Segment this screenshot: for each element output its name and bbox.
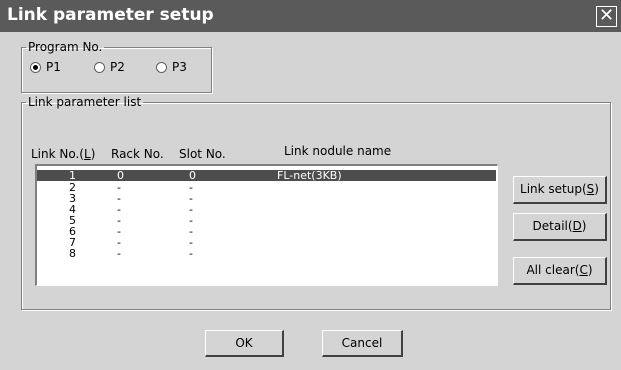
radio-empty-icon bbox=[156, 61, 167, 73]
link-setup-label: Link setup( bbox=[520, 182, 587, 196]
close-icon: ✕ bbox=[598, 5, 615, 26]
link-row-1[interactable]: 1 0 0 FL-net(3KB) bbox=[37, 170, 496, 181]
header-link-no-text: Link No.( bbox=[31, 147, 84, 161]
cell-slot-no: 0 bbox=[189, 169, 196, 182]
program-radio-p2[interactable]: P2 bbox=[94, 60, 125, 74]
cell-rack-no: - bbox=[117, 247, 121, 260]
header-slot-no: Slot No. bbox=[179, 147, 226, 161]
cell-rack-no: 0 bbox=[117, 169, 124, 182]
link-row-7[interactable]: 7 - - bbox=[37, 237, 496, 248]
header-link-no: Link No.(L) bbox=[31, 147, 95, 161]
all-clear-label: All clear( bbox=[526, 263, 580, 277]
program-radio-p1[interactable]: P1 bbox=[30, 60, 61, 74]
link-list[interactable]: 1 0 0 FL-net(3KB) 2 - - 3 - - 4 - - 5 - … bbox=[35, 164, 498, 286]
header-link-no-end: ) bbox=[90, 147, 96, 161]
cell-module-name: FL-net(3KB) bbox=[277, 169, 342, 182]
all-clear-button[interactable]: All clear(C) bbox=[513, 257, 607, 285]
link-parameter-list-legend: Link parameter list bbox=[28, 95, 142, 109]
link-row-3[interactable]: 3 - - bbox=[37, 193, 496, 204]
radio-label: P2 bbox=[110, 60, 125, 74]
radio-selected-icon bbox=[30, 61, 41, 73]
cancel-button[interactable]: Cancel bbox=[322, 330, 403, 357]
header-rack-no: Rack No. bbox=[111, 147, 164, 161]
link-row-6[interactable]: 6 - - bbox=[37, 226, 496, 237]
title-bar: Link parameter setup ✕ bbox=[0, 0, 621, 32]
link-row-8[interactable]: 8 - - bbox=[37, 248, 496, 259]
link-row-5[interactable]: 5 - - bbox=[37, 215, 496, 226]
ok-button[interactable]: OK bbox=[205, 330, 284, 357]
radio-label: P3 bbox=[172, 60, 187, 74]
detail-key: D bbox=[572, 219, 582, 233]
link-setup-label-end: ) bbox=[594, 182, 599, 196]
link-setup-button[interactable]: Link setup(S) bbox=[513, 176, 607, 204]
dialog-title: Link parameter setup bbox=[7, 5, 214, 25]
program-radio-p3[interactable]: P3 bbox=[156, 60, 187, 74]
link-row-2[interactable]: 2 - - bbox=[37, 182, 496, 193]
cell-link-no: 1 bbox=[69, 169, 76, 182]
all-clear-key: C bbox=[579, 263, 588, 277]
close-button[interactable]: ✕ bbox=[596, 6, 617, 27]
cell-slot-no: - bbox=[189, 247, 193, 260]
link-parameter-dialog: Link parameter setup ✕ Program No. P1 P2… bbox=[0, 0, 621, 370]
header-link-no-key: L bbox=[84, 147, 91, 161]
detail-button[interactable]: Detail(D) bbox=[513, 213, 607, 241]
header-link-module-name: Link nodule name bbox=[284, 144, 392, 158]
cell-link-no: 8 bbox=[69, 247, 76, 260]
detail-label: Detail( bbox=[532, 219, 573, 233]
detail-label-end: ) bbox=[581, 219, 587, 233]
radio-label: P1 bbox=[46, 60, 61, 74]
all-clear-label-end: ) bbox=[587, 263, 593, 277]
link-row-4[interactable]: 4 - - bbox=[37, 204, 496, 215]
program-no-legend: Program No. bbox=[28, 40, 103, 54]
radio-empty-icon bbox=[94, 61, 105, 73]
